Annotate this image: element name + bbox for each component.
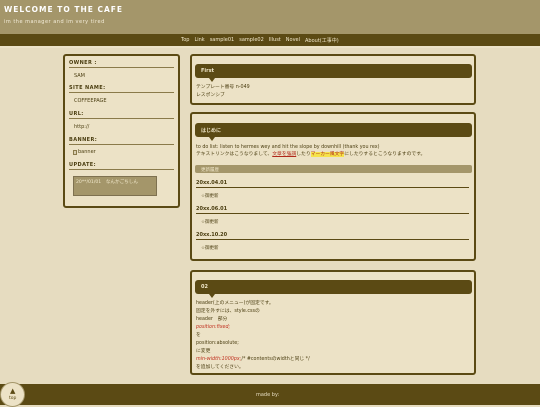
owner-label: OWNER :: [69, 60, 97, 66]
entry-date: 20xx.10.20: [196, 232, 228, 238]
panel-second-title: 02: [201, 284, 208, 290]
entry-date: 20xx.04.01: [196, 180, 228, 186]
second-line3: header 部分: [196, 317, 228, 322]
back-to-top-button[interactable]: ▲ top: [0, 382, 25, 407]
emphasis-link[interactable]: 文章を強調: [272, 152, 296, 157]
intro-line2: テキストリンクはこうなりまして、文章を強調したりマーカー風文字にしたりするとこう…: [196, 152, 426, 157]
sidebar-profile: OWNER : SAM SITE NAME: COFFEEPAGE URL: h…: [63, 54, 180, 208]
nav-item-link[interactable]: Link: [194, 37, 204, 44]
nav-item-sample02[interactable]: sample02: [239, 37, 264, 44]
owner-value: SAM: [74, 73, 86, 79]
broken-image-icon: [73, 149, 77, 155]
history-bar: 更新履歴: [195, 165, 472, 173]
entry-date: 20xx.06.01: [196, 206, 228, 212]
panel-first: First テンプレート番号 n-049 レスポンシブ: [190, 54, 476, 105]
second-line9: を追加してください。: [196, 365, 244, 370]
second-line2: 固定を外すには、style.cssの: [196, 309, 260, 314]
site-header: WELCOME TO THE CAFE im the manager and i…: [0, 0, 540, 34]
divider: [69, 118, 174, 119]
entry-note: ☆御更新: [201, 220, 219, 225]
history-label: 更新履歴: [201, 167, 219, 173]
panel-second-header: 02: [195, 280, 472, 298]
nav-bar: Top Link sample01 sample02 Illust Novel …: [0, 34, 540, 48]
second-line6: position:absolute;: [196, 341, 239, 346]
site-name-value: COFFEEPAGE: [74, 98, 107, 104]
nav-item-novel[interactable]: Novel: [286, 37, 300, 44]
site-name-label: SITE NAME:: [69, 85, 106, 91]
site-title: WELCOME TO THE CAFE: [4, 5, 124, 14]
site-footer: made by:: [0, 384, 540, 405]
second-line5: を: [196, 333, 201, 338]
panel-first-title: First: [201, 68, 214, 74]
panel-first-line2: レスポンシブ: [196, 93, 225, 98]
banner-label: BANNER:: [69, 137, 98, 143]
nav-item-sample01[interactable]: sample01: [210, 37, 235, 44]
second-line8: min-width:1000px;/* #contentsのwidthと同じ *…: [196, 357, 310, 362]
top-label: top: [9, 396, 17, 401]
update-label: UPDATE:: [69, 162, 96, 168]
footer-text: made by:: [256, 392, 280, 398]
arrow-up-icon: ▲: [10, 387, 16, 395]
divider: [196, 187, 469, 188]
update-text: 20**/01/01 なんかごちしん: [76, 180, 138, 185]
nav-item-about[interactable]: About(工事中): [305, 37, 339, 44]
nav-item-top[interactable]: Top: [181, 37, 189, 44]
second-line4: position:fixed;: [196, 325, 231, 330]
entry-note: ☆御更新: [201, 246, 219, 251]
marker-text: マーカー風文字: [310, 152, 345, 157]
divider: [69, 169, 174, 170]
panel-intro-title: はじめに: [201, 128, 222, 134]
panel-second: 02 header(上のメニュー)が固定です。 固定を外すには、style.cs…: [190, 270, 476, 375]
entry-note: ☆御更新: [201, 194, 219, 199]
second-line1: header(上のメニュー)が固定です。: [196, 301, 274, 306]
divider: [69, 92, 174, 93]
update-box: 20**/01/01 なんかごちしん: [73, 176, 157, 196]
panel-first-header: First: [195, 64, 472, 82]
panel-intro-header: はじめに: [195, 123, 472, 141]
divider: [69, 67, 174, 68]
second-line7: に変更: [196, 349, 211, 354]
banner-alt-text: banner: [78, 149, 96, 155]
banner-image[interactable]: banner: [73, 149, 96, 155]
divider: [196, 239, 469, 240]
panel-intro: はじめに to do list: listen to hermes wey an…: [190, 112, 476, 261]
divider: [196, 213, 469, 214]
nav-item-illust[interactable]: Illust: [269, 37, 281, 44]
divider: [69, 144, 174, 145]
site-description: im the manager and im very tired: [4, 19, 105, 25]
url-label: URL:: [69, 111, 84, 117]
url-value[interactable]: http://: [74, 124, 89, 130]
panel-first-line1: テンプレート番号 n-049: [196, 85, 250, 90]
